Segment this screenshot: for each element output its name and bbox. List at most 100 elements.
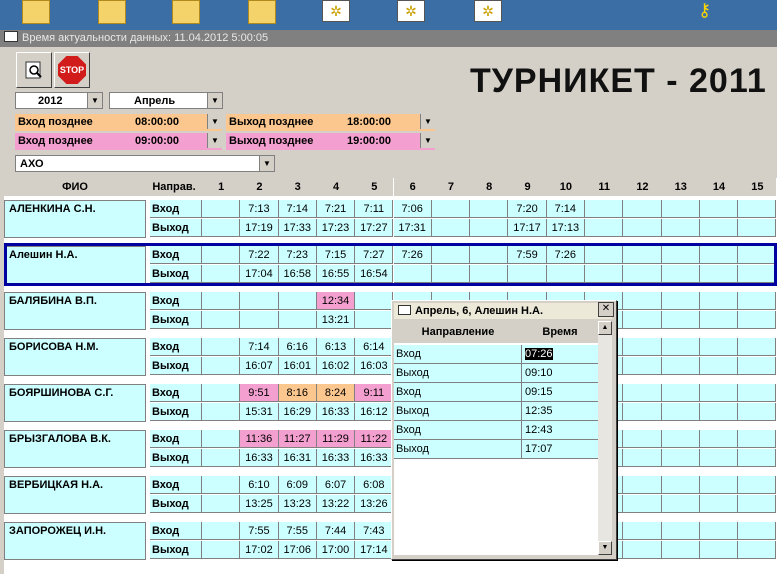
time-cell[interactable] (738, 219, 777, 237)
time-cell[interactable]: 17:19 (240, 219, 279, 237)
time-cell[interactable]: 11:29 (316, 430, 356, 448)
key-user-icon[interactable]: ⚷ (698, 0, 724, 22)
time-cell[interactable] (623, 246, 662, 264)
time-cell[interactable]: 17:33 (278, 219, 317, 237)
employee-name[interactable]: БОЯРШИНОВА С.Г. (4, 384, 146, 422)
time-cell[interactable] (623, 403, 662, 421)
column-header-fio[interactable]: ФИО (4, 178, 146, 196)
time-cell[interactable] (661, 430, 700, 448)
time-cell[interactable] (202, 430, 241, 448)
settings-icon[interactable]: ✲ (474, 0, 502, 22)
time-cell[interactable] (623, 449, 662, 467)
time-cell[interactable] (202, 476, 241, 494)
time-cell[interactable]: 17:13 (546, 219, 585, 237)
time-cell[interactable]: 17:23 (316, 219, 356, 237)
time-cell[interactable]: 7:13 (240, 200, 279, 218)
time-cell[interactable]: 8:16 (278, 384, 317, 402)
time-cell[interactable] (470, 265, 509, 283)
time-cell[interactable] (738, 357, 777, 375)
time-cell[interactable] (699, 403, 739, 421)
time-cell[interactable]: 7:59 (508, 246, 547, 264)
time-cell[interactable] (202, 311, 241, 329)
time-cell[interactable] (202, 384, 241, 402)
time-cell[interactable] (738, 403, 777, 421)
time-cell[interactable]: 7:43 (355, 522, 394, 540)
time-cell[interactable]: 16:01 (278, 357, 317, 375)
time-cell[interactable] (431, 246, 471, 264)
time-cell[interactable] (585, 265, 624, 283)
time-cell[interactable] (661, 311, 700, 329)
time-cell[interactable] (738, 311, 777, 329)
time-cell[interactable] (202, 449, 241, 467)
time-cell[interactable] (738, 292, 777, 310)
time-cell[interactable] (202, 246, 241, 264)
time-cell[interactable] (699, 541, 739, 559)
time-cell[interactable] (202, 265, 241, 283)
time-cell[interactable] (699, 449, 739, 467)
folder-shortcut-icon[interactable] (172, 0, 200, 24)
time-cell[interactable]: 11:27 (278, 430, 317, 448)
time-cell[interactable] (661, 200, 700, 218)
time-cell[interactable] (202, 338, 241, 356)
scroll-down-icon[interactable]: ▼ (598, 541, 612, 555)
late-in-time-select-1[interactable]: 08:00:00 ▼ (126, 114, 222, 131)
time-cell[interactable]: 13:21 (316, 311, 356, 329)
time-cell[interactable]: 16:58 (278, 265, 317, 283)
time-cell[interactable] (699, 495, 739, 513)
time-cell[interactable] (623, 219, 662, 237)
employee-name[interactable]: БРЫЗГАЛОВА В.К. (4, 430, 146, 468)
time-cell[interactable] (202, 495, 241, 513)
time-cell[interactable] (470, 219, 509, 237)
time-cell[interactable]: 7:55 (240, 522, 279, 540)
department-select[interactable]: АХО ▼ (15, 155, 275, 172)
time-cell[interactable]: 13:26 (355, 495, 394, 513)
popup-time-cell[interactable]: 17:07 (522, 440, 598, 459)
column-header-day[interactable]: 6 (393, 178, 432, 196)
time-cell[interactable]: 7:27 (355, 246, 394, 264)
time-cell[interactable] (240, 292, 279, 310)
time-cell[interactable] (355, 311, 394, 329)
time-cell[interactable] (431, 265, 471, 283)
time-cell[interactable]: 16:55 (316, 265, 356, 283)
popup-time-cell[interactable]: 07:26 (522, 345, 598, 364)
time-cell[interactable]: 16:29 (278, 403, 317, 421)
time-cell[interactable] (623, 541, 662, 559)
time-cell[interactable] (431, 219, 471, 237)
time-cell[interactable]: 12:34 (316, 292, 356, 310)
time-cell[interactable]: 17:31 (393, 219, 432, 237)
settings-icon[interactable]: ✲ (397, 0, 425, 22)
late-in-time-select-2[interactable]: 09:00:00 ▼ (126, 133, 222, 150)
time-cell[interactable] (661, 541, 700, 559)
employee-name[interactable]: ЗАПОРОЖЕЦ И.Н. (4, 522, 146, 560)
time-cell[interactable]: 11:22 (355, 430, 394, 448)
time-cell[interactable]: 7:14 (240, 338, 279, 356)
time-cell[interactable]: 7:14 (278, 200, 317, 218)
popup-time-cell[interactable]: 12:43 (522, 421, 598, 440)
time-cell[interactable] (278, 292, 317, 310)
time-cell[interactable]: 16:54 (355, 265, 394, 283)
time-cell[interactable] (508, 265, 547, 283)
time-cell[interactable]: 6:09 (278, 476, 317, 494)
time-cell[interactable]: 16:33 (355, 449, 394, 467)
popup-time-cell[interactable]: 12:35 (522, 402, 598, 421)
time-cell[interactable] (738, 541, 777, 559)
time-cell[interactable] (699, 219, 739, 237)
time-cell[interactable] (623, 384, 662, 402)
time-cell[interactable]: 17:14 (355, 541, 394, 559)
time-cell[interactable] (202, 219, 241, 237)
column-header-day[interactable]: 1 (202, 178, 241, 196)
time-cell[interactable]: 17:17 (508, 219, 547, 237)
month-select[interactable]: Апрель ▼ (109, 92, 223, 109)
time-cell[interactable] (661, 292, 700, 310)
time-cell[interactable] (661, 219, 700, 237)
time-cell[interactable]: 6:13 (316, 338, 356, 356)
time-cell[interactable]: 16:33 (240, 449, 279, 467)
time-cell[interactable]: 7:44 (316, 522, 356, 540)
time-cell[interactable] (202, 541, 241, 559)
time-cell[interactable] (699, 292, 739, 310)
time-cell[interactable]: 9:51 (240, 384, 279, 402)
time-cell[interactable]: 15:31 (240, 403, 279, 421)
time-cell[interactable] (738, 430, 777, 448)
time-cell[interactable] (623, 522, 662, 540)
time-cell[interactable] (470, 246, 509, 264)
